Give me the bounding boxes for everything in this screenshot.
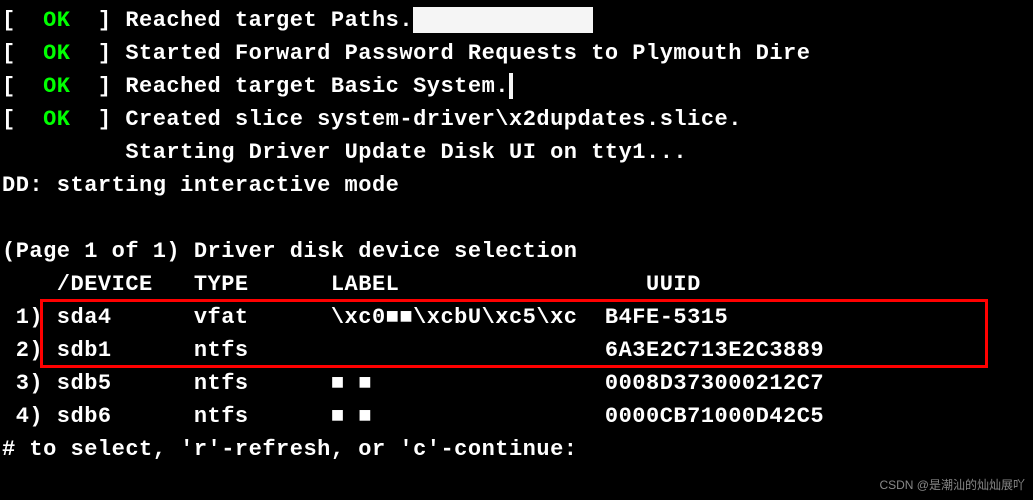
boot-prefix: [ <box>2 8 43 33</box>
boot-line: DD: starting interactive mode <box>2 169 1031 202</box>
boot-line: [ OK ] Reached target Basic System. <box>2 70 1031 103</box>
watermark: CSDN @是潮汕的灿灿展吖 <box>879 476 1025 494</box>
boot-line: [ OK ] Reached target Paths. <box>2 4 1031 37</box>
boot-suffix: ] <box>71 74 126 99</box>
status-ok: OK <box>43 41 70 66</box>
boot-message: Reached target Paths. <box>125 8 413 33</box>
boot-message: Starting Driver Update Disk UI on tty1..… <box>125 140 687 165</box>
device-row[interactable]: 3) sdb5 ntfs ■ ■ 0008D373000212C7 <box>2 367 1031 400</box>
boot-message: Created slice system-driver\x2dupdates.s… <box>125 107 742 132</box>
boot-line: [ OK ] Created slice system-driver\x2dup… <box>2 103 1031 136</box>
redaction-block <box>413 7 593 33</box>
selection-heading: (Page 1 of 1) Driver disk device selecti… <box>2 235 1031 268</box>
terminal-output: [ OK ] Reached target Paths.[ OK ] Start… <box>2 4 1031 466</box>
device-row[interactable]: 4) sdb6 ntfs ■ ■ 0000CB71000D42C5 <box>2 400 1031 433</box>
device-row[interactable]: 2) sdb1 ntfs 6A3E2C713E2C3889 <box>2 334 1031 367</box>
boot-prefix: [ <box>2 74 43 99</box>
status-ok: OK <box>43 8 70 33</box>
status-ok: OK <box>43 107 70 132</box>
boot-prefix <box>2 140 125 165</box>
boot-suffix: ] <box>71 8 126 33</box>
boot-suffix: ] <box>71 107 126 132</box>
boot-prefix: [ <box>2 107 43 132</box>
status-ok: OK <box>43 74 70 99</box>
prompt-line[interactable]: # to select, 'r'-refresh, or 'c'-continu… <box>2 433 1031 466</box>
redaction-block <box>509 73 513 99</box>
blank-line <box>2 202 1031 235</box>
boot-message: Started Forward Password Requests to Ply… <box>125 41 810 66</box>
boot-message: Reached target Basic System. <box>125 74 509 99</box>
boot-line: Starting Driver Update Disk UI on tty1..… <box>2 136 1031 169</box>
device-row[interactable]: 1) sda4 vfat \xc0■■\xcbU\xc5\xc B4FE-531… <box>2 301 1031 334</box>
boot-prefix: [ <box>2 41 43 66</box>
boot-line: [ OK ] Started Forward Password Requests… <box>2 37 1031 70</box>
table-header: /DEVICE TYPE LABEL UUID <box>2 268 1031 301</box>
boot-message: DD: starting interactive mode <box>2 173 399 198</box>
boot-suffix: ] <box>71 41 126 66</box>
